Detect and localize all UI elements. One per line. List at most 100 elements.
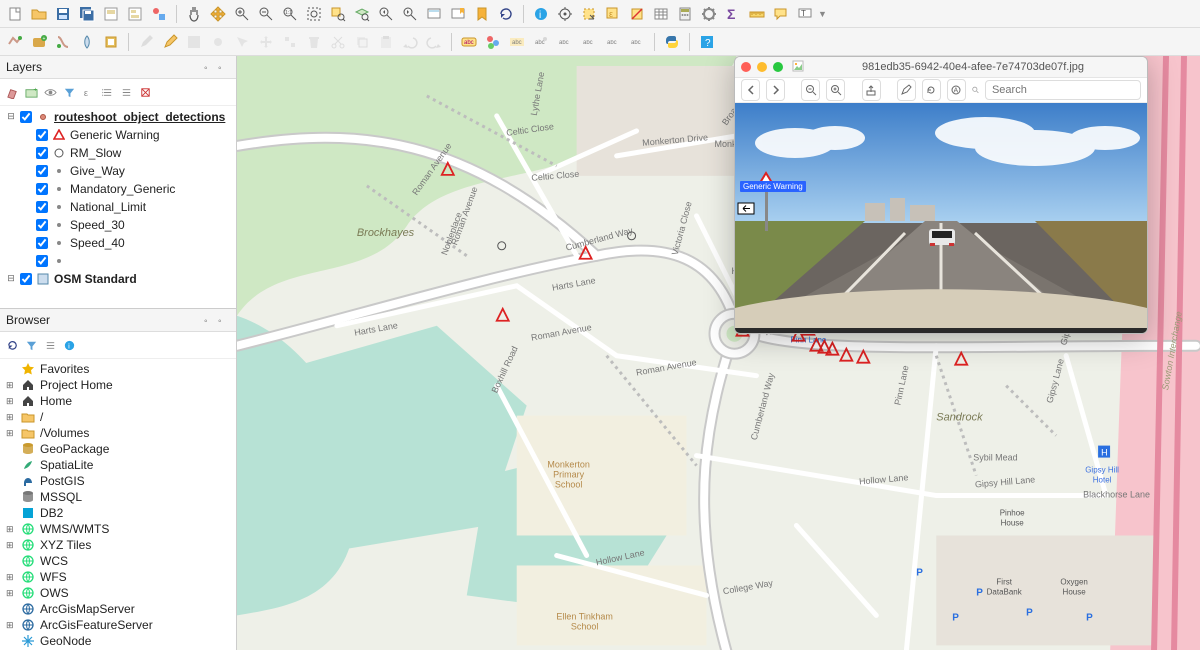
processing-button[interactable] [698,3,720,25]
browser-item[interactable]: ArcGisMapServer [2,601,234,617]
layer-item[interactable]: Give_Way [36,163,234,179]
expander-icon[interactable]: ⊞ [6,396,16,407]
remove-layer-button[interactable] [137,84,153,100]
close-icon[interactable]: ◦ [218,316,230,328]
browser-item[interactable]: SpatiaLite [2,457,234,473]
layer-item[interactable]: Speed_30 [36,217,234,233]
filter-layers-button[interactable] [61,84,77,100]
layer-visibility-checkbox[interactable] [36,255,48,267]
expander-icon[interactable]: ⊟ [6,274,16,284]
browser-item[interactable]: GeoPackage [2,441,234,457]
save-multi-button[interactable] [76,3,98,25]
label-layer-button[interactable] [482,31,504,53]
properties-button[interactable]: i [61,337,77,353]
expand-all-button[interactable] [99,84,115,100]
minimize-window-button[interactable] [757,62,767,72]
layer-item[interactable]: Speed_40 [36,235,234,251]
action-button[interactable] [554,3,576,25]
expander-icon[interactable]: ⊟ [6,112,16,122]
label-abc-button[interactable]: abc [458,31,480,53]
browser-item[interactable]: ⊞Project Home [2,377,234,393]
layers-panel-header[interactable]: Layers ◦◦ [0,56,236,79]
markup-button[interactable] [897,79,916,101]
attribute-table-button[interactable] [650,3,672,25]
browser-tree[interactable]: Favorites⊞Project Home⊞Home⊞/⊞/VolumesGe… [0,359,236,650]
browser-panel-header[interactable]: Browser ◦◦ [0,309,236,332]
layer-visibility-checkbox[interactable] [20,111,32,123]
window-titlebar[interactable]: 981edb35-6942-40e4-afee-7e74703de07f.jpg [735,57,1147,78]
open-button[interactable] [28,3,50,25]
toggle-edit-button[interactable] [159,31,181,53]
zoom-out-button[interactable] [255,3,277,25]
field-calc-button[interactable] [674,3,696,25]
zoom-layer-button[interactable] [351,3,373,25]
expander-icon[interactable]: ⊞ [6,428,16,439]
expander-icon[interactable]: ⊞ [6,588,16,599]
browser-item[interactable]: ⊞/Volumes [2,425,234,441]
collapse-browser-button[interactable] [42,337,58,353]
expander-icon[interactable]: ⊞ [6,380,16,391]
zoom-out-preview-button[interactable] [801,79,820,101]
browser-item[interactable]: Favorites [2,361,234,377]
expander-icon[interactable]: ⊞ [6,540,16,551]
browser-item[interactable]: WCS [2,553,234,569]
maximize-window-button[interactable] [773,62,783,72]
style-dock-button[interactable] [4,84,20,100]
zoom-native-button[interactable]: 1:1 [279,3,301,25]
collapse-all-button[interactable] [118,84,134,100]
pan-button[interactable] [183,3,205,25]
measure-button[interactable] [746,3,768,25]
style-manager-button[interactable] [148,3,170,25]
layer-item[interactable]: ⊟OSM Standard [6,271,234,287]
zoom-next-button[interactable] [399,3,421,25]
layer-visibility-checkbox[interactable] [36,183,48,195]
close-icon[interactable]: ◦ [218,63,230,75]
browser-item[interactable]: ⊞WMS/WMTS [2,521,234,537]
zoom-last-button[interactable] [375,3,397,25]
new-spatialite-button[interactable] [76,31,98,53]
browser-item[interactable]: MSSQL [2,489,234,505]
layer-item[interactable]: National_Limit [36,199,234,215]
new-shapefile-button[interactable] [52,31,74,53]
preview-search-input[interactable] [985,80,1141,100]
layer-item[interactable]: RM_Slow [36,145,234,161]
new-bookmark-button[interactable] [447,3,469,25]
new-project-button[interactable] [4,3,26,25]
layer-tree[interactable]: ⊟routeshoot_object_detectionsGeneric War… [0,106,236,308]
zoom-in-button[interactable] [231,3,253,25]
filter-browser-button[interactable] [23,337,39,353]
layer-visibility-checkbox[interactable] [36,237,48,249]
save-button[interactable] [52,3,74,25]
browser-item[interactable]: ⊞/ [2,409,234,425]
browser-item[interactable]: ⊞WFS [2,569,234,585]
visibility-button[interactable] [42,84,58,100]
add-group-button[interactable]: + [23,84,39,100]
zoom-full-button[interactable] [303,3,325,25]
layer-visibility-checkbox[interactable] [36,201,48,213]
layout-manager-button[interactable] [124,3,146,25]
browser-item[interactable]: ⊞OWS [2,585,234,601]
refresh-browser-button[interactable] [4,337,20,353]
deselect-button[interactable] [626,3,648,25]
new-map-view-button[interactable] [423,3,445,25]
layer-item[interactable]: Mandatory_Generic [36,181,234,197]
close-window-button[interactable] [741,62,751,72]
dock-icon[interactable]: ◦ [204,63,216,75]
annotation-button[interactable]: T [794,3,816,25]
layer-visibility-checkbox[interactable] [36,129,48,141]
rotate-button[interactable] [922,79,941,101]
next-image-button[interactable] [766,79,785,101]
identify-button[interactable]: i [530,3,552,25]
pan-selection-button[interactable] [207,3,229,25]
layer-item[interactable] [36,253,234,269]
bookmarks-button[interactable] [471,3,493,25]
select-button[interactable] [578,3,600,25]
layer-visibility-checkbox[interactable] [36,165,48,177]
layer-visibility-checkbox[interactable] [36,219,48,231]
browser-item[interactable]: ⊞ArcGisFeatureServer [2,617,234,633]
map-tips-button[interactable] [770,3,792,25]
layer-visibility-checkbox[interactable] [20,273,32,285]
new-geopackage-button[interactable]: + [28,31,50,53]
clone-button[interactable]: A [947,79,966,101]
add-vector-button[interactable] [4,31,26,53]
